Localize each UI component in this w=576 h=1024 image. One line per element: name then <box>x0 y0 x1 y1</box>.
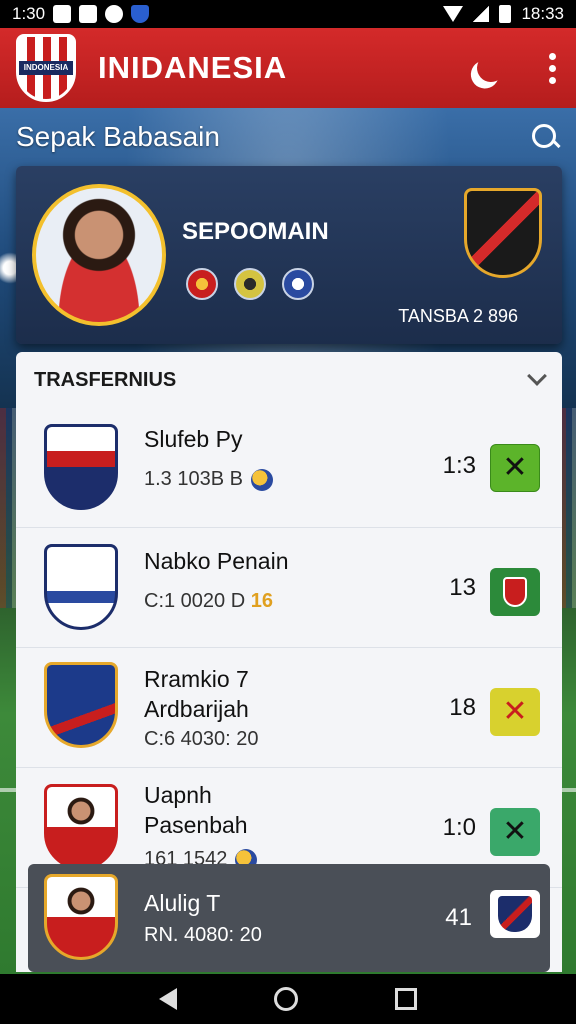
night-mode-icon[interactable] <box>473 50 509 86</box>
club-badge-icon[interactable] <box>282 268 314 300</box>
battery-icon <box>499 5 512 23</box>
transfer-row[interactable]: Rramkio 7 Ardbarijah C:6 4030: 20 18 ✕ <box>16 648 562 768</box>
status-bar: 1:30 18:33 <box>0 0 576 28</box>
transfer-score: 13 <box>449 574 476 601</box>
transfer-name: Rramkio 7 Ardbarijah <box>144 666 249 722</box>
transfer-meta: RN. 4080: 20 <box>144 924 262 946</box>
transfer-row[interactable]: Nabko Penain C:1 0020 D 16 13 <box>16 528 562 648</box>
transfer-meta: 1.3 103B B <box>144 468 273 491</box>
notification-icon <box>53 5 72 23</box>
face-notification-icon <box>105 5 124 23</box>
recents-icon[interactable] <box>395 988 418 1010</box>
transfers-header[interactable]: TRASFERNIUS <box>16 352 562 408</box>
search-icon[interactable] <box>530 122 560 152</box>
transfer-score: 1:0 <box>442 814 476 841</box>
transfer-score: 41 <box>445 904 472 931</box>
club-crest-icon <box>44 874 118 960</box>
close-icon: ✕ <box>502 451 528 484</box>
more-options-icon[interactable] <box>545 49 560 88</box>
status-time-right: 18:33 <box>521 4 564 23</box>
reject-button[interactable]: ✕ <box>490 808 540 856</box>
transfers-title: TRASFERNIUS <box>34 368 177 391</box>
navigation-bar <box>0 974 576 1024</box>
status-time-left: 1:30 <box>12 4 46 23</box>
club-crest-icon <box>464 188 542 278</box>
transfer-name: Nabko Penain <box>144 548 289 574</box>
club-action-button[interactable] <box>490 890 540 938</box>
reject-button[interactable]: ✕ <box>490 688 540 736</box>
transfer-row-selected[interactable]: Alulig T RN. 4080: 20 41 <box>28 864 550 972</box>
transfer-score: 18 <box>449 694 476 721</box>
wifi-icon <box>443 6 464 22</box>
signal-icon <box>473 6 490 22</box>
transfer-meta: C:1 0020 D 16 <box>144 590 273 612</box>
transfer-name: Slufeb Py <box>144 426 243 452</box>
club-crest-icon <box>44 784 118 870</box>
transfer-meta: C:6 4030: 20 <box>144 728 259 750</box>
edit-notification-icon <box>79 5 98 23</box>
ball-icon <box>250 468 273 491</box>
logo-text: INDONESIA <box>19 61 73 75</box>
club-badge-icon[interactable] <box>186 268 218 300</box>
transfer-stat: TANSBA 2 896 <box>398 306 518 326</box>
chevron-down-icon[interactable] <box>527 366 547 386</box>
section-title: Sepak Babasain <box>16 121 220 152</box>
transfer-row[interactable]: Slufeb Py 1.3 103B B 1:3 ✕ <box>16 408 562 528</box>
shield-icon <box>503 577 527 607</box>
shield-notification-icon <box>131 5 150 23</box>
transfers-panel: TRASFERNIUS Slufeb Py 1.3 103B B 1:3 ✕ N… <box>16 352 562 972</box>
player-name: SEPOOMAIN <box>182 218 329 245</box>
shield-icon <box>498 896 532 932</box>
transfer-name: Uapnh Pasenbah <box>144 782 248 838</box>
player-card[interactable]: SEPOOMAIN TANSBA 2 896 <box>16 166 562 344</box>
app-title: INIDANESIA <box>98 50 288 85</box>
section-header: Sepak Babasain <box>0 108 576 166</box>
close-icon: ✕ <box>502 695 528 728</box>
club-badge-icon[interactable] <box>234 268 266 300</box>
back-icon[interactable] <box>158 988 177 1010</box>
player-avatar <box>32 184 166 326</box>
club-crest-icon <box>44 544 118 630</box>
app-logo[interactable]: INDONESIA <box>16 34 76 102</box>
club-action-button[interactable] <box>490 568 540 616</box>
player-badges <box>186 268 314 300</box>
close-icon: ✕ <box>502 815 528 848</box>
transfer-name: Alulig T <box>144 890 221 916</box>
club-crest-icon <box>44 662 118 748</box>
club-crest-icon <box>44 424 118 510</box>
reject-button[interactable]: ✕ <box>490 444 540 492</box>
transfer-score: 1:3 <box>442 452 476 479</box>
home-icon[interactable] <box>273 987 298 1011</box>
app-bar: INDONESIA INIDANESIA <box>0 28 576 108</box>
